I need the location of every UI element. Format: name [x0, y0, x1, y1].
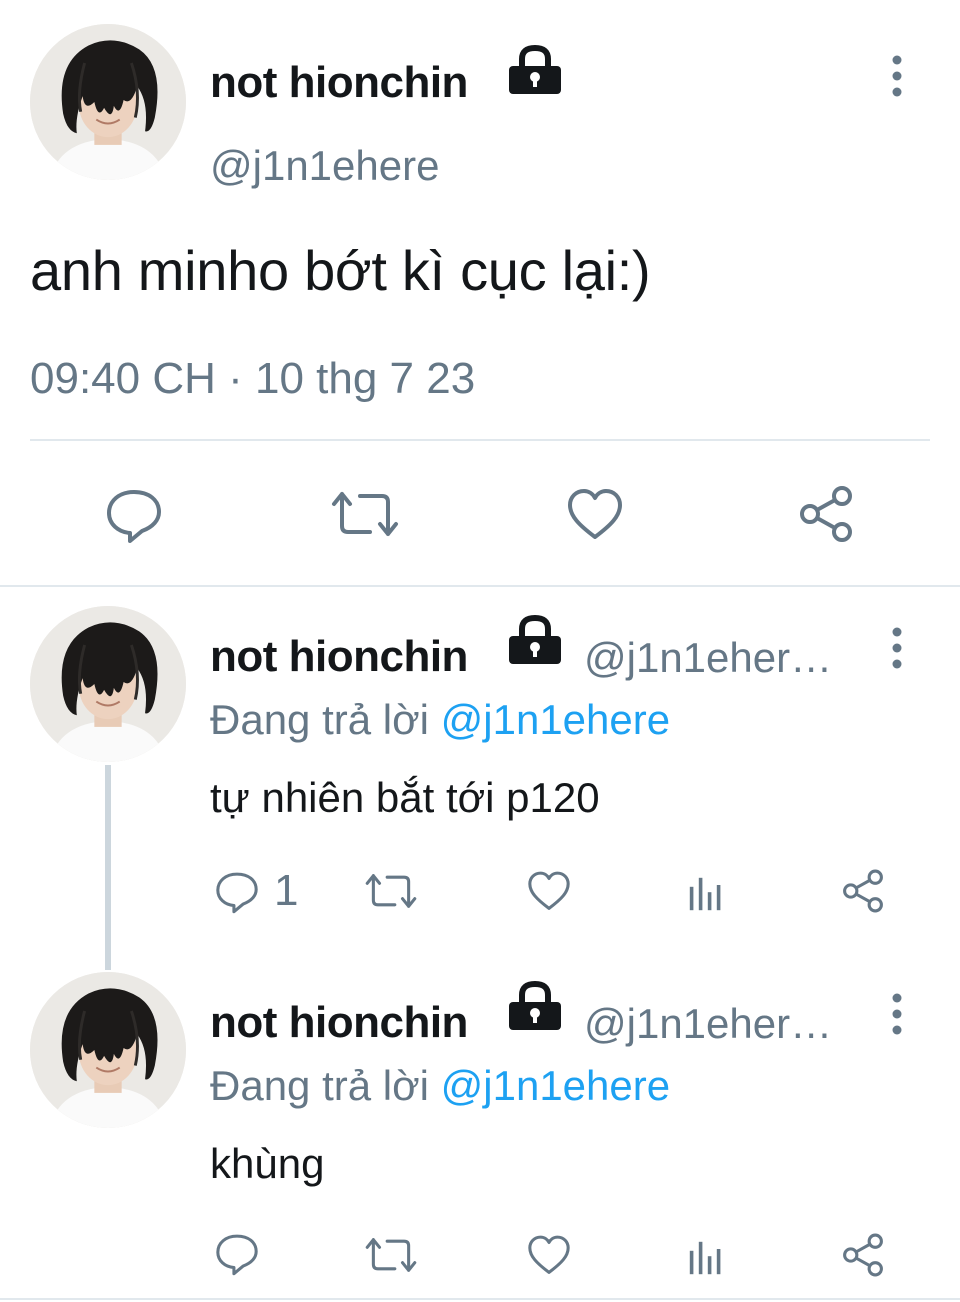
replying-to-mention[interactable]: @j1n1ehere	[441, 696, 670, 743]
replying-to: Đang trả lời @j1n1ehere	[210, 696, 670, 744]
like-icon[interactable]	[526, 870, 572, 913]
stats-icon[interactable]	[688, 1240, 724, 1276]
reply-user-handle[interactable]: @j1n1eher…	[584, 634, 832, 682]
reply-text: tự nhiên bắt tới p120	[210, 774, 600, 821]
tweet-timestamp[interactable]: 09:40 CH · 10 thg 7 23	[30, 354, 475, 404]
reply-text: khùng	[210, 1140, 325, 1187]
reply-count: 1	[274, 866, 299, 915]
reply-display-name[interactable]: not hionchin	[210, 632, 468, 682]
bottom-divider	[0, 1298, 960, 1300]
share-icon[interactable]	[840, 868, 886, 914]
retweet-icon[interactable]	[364, 1232, 418, 1278]
replying-to-mention[interactable]: @j1n1ehere	[441, 1062, 670, 1109]
display-name-text: not hionchin	[210, 58, 468, 107]
user-handle[interactable]: @j1n1ehere	[210, 142, 439, 190]
reply-icon[interactable]	[104, 484, 164, 544]
tweet-text: anh minho bớt kì cục lại:)	[30, 239, 651, 302]
avatar[interactable]	[30, 606, 186, 762]
reply-user-handle[interactable]: @j1n1eher…	[584, 1000, 832, 1048]
section-divider	[0, 585, 960, 587]
reply-icon	[214, 868, 260, 914]
divider	[30, 439, 930, 441]
share-icon[interactable]	[796, 484, 856, 544]
reply-icon	[214, 1230, 260, 1276]
replying-to: Đang trả lời @j1n1ehere	[210, 1062, 670, 1110]
more-options-icon[interactable]	[885, 624, 909, 672]
display-name[interactable]: not hionchin	[210, 58, 468, 108]
reply-display-name[interactable]: not hionchin	[210, 998, 468, 1048]
avatar[interactable]	[30, 24, 186, 180]
stats-icon[interactable]	[688, 876, 724, 912]
retweet-icon[interactable]	[364, 868, 418, 914]
retweet-icon[interactable]	[330, 484, 400, 544]
replying-to-label: Đang trả lời	[210, 1062, 429, 1109]
reply-button[interactable]: 1	[214, 866, 298, 916]
thread-line	[105, 765, 111, 970]
lock-icon	[505, 980, 565, 1032]
lock-icon	[505, 44, 565, 96]
lock-icon	[505, 614, 565, 666]
replying-to-label: Đang trả lời	[210, 696, 429, 743]
more-options-icon[interactable]	[885, 52, 909, 100]
like-icon[interactable]	[565, 487, 625, 543]
like-icon[interactable]	[526, 1234, 572, 1277]
reply-button[interactable]	[214, 1230, 274, 1276]
avatar[interactable]	[30, 972, 186, 1128]
share-icon[interactable]	[840, 1232, 886, 1278]
more-options-icon[interactable]	[885, 990, 909, 1038]
